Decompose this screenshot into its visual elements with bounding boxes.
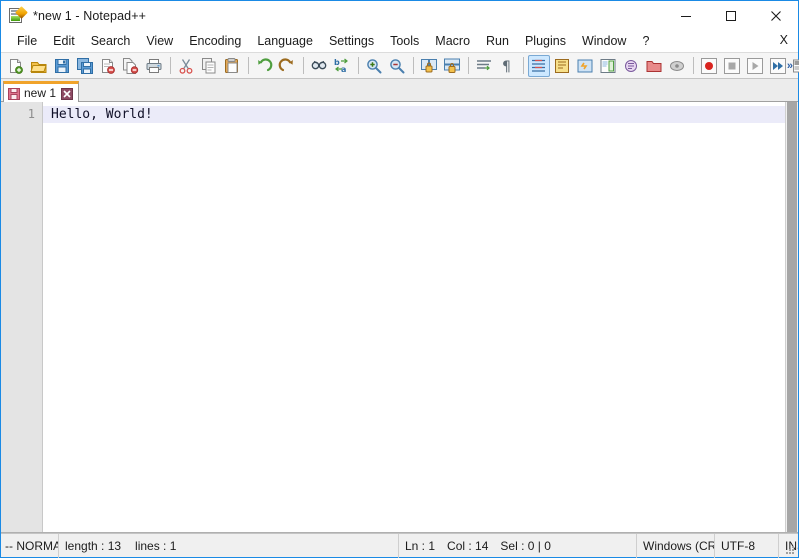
status-encoding[interactable]: UTF-8 — [715, 533, 779, 558]
close-document-button[interactable]: X — [780, 32, 788, 48]
editor-area[interactable]: 1 Hello, World! — [1, 102, 798, 533]
open-file-icon[interactable] — [28, 55, 50, 77]
tab-close-icon[interactable] — [61, 87, 74, 100]
replace-icon[interactable]: b a — [331, 55, 353, 77]
find-icon[interactable] — [308, 55, 330, 77]
status-eol-format[interactable]: Windows (CR LF) — [637, 533, 715, 558]
show-indent-guide-icon[interactable] — [528, 54, 550, 77]
play-macro-icon[interactable] — [744, 55, 766, 77]
doc-switcher-icon[interactable] — [620, 55, 642, 77]
menu-item-search[interactable]: Search — [83, 31, 139, 51]
close-all-icon[interactable] — [120, 55, 142, 77]
menu-item-edit[interactable]: Edit — [45, 31, 83, 51]
document-tab-label: new 1 — [24, 86, 57, 100]
line-number: 1 — [27, 107, 35, 121]
toolbar-separator — [468, 57, 469, 74]
status-caret-line: Ln : 1 — [405, 538, 436, 553]
menu-item-tools[interactable]: Tools — [382, 31, 427, 51]
paste-icon[interactable] — [221, 55, 243, 77]
toolbar-separator — [303, 57, 304, 74]
new-file-icon[interactable] — [5, 55, 27, 77]
undo-icon[interactable] — [253, 55, 275, 77]
toolbar-separator — [170, 57, 171, 74]
minimize-icon[interactable] — [663, 1, 708, 30]
save-icon[interactable] — [51, 55, 73, 77]
cut-icon[interactable] — [175, 55, 197, 77]
toolbar-separator — [413, 57, 414, 74]
save-all-icon[interactable] — [74, 55, 96, 77]
document-map-icon[interactable] — [597, 55, 619, 77]
document-tab-new-1[interactable]: new 1 — [3, 81, 80, 102]
menu-item-language[interactable]: Language — [249, 31, 321, 51]
sync-vertical-icon[interactable] — [418, 55, 440, 77]
play-multiple-icon[interactable] — [767, 55, 789, 77]
monitoring-icon[interactable] — [666, 55, 688, 77]
svg-text:b: b — [334, 58, 340, 67]
scrollbar-thumb[interactable] — [787, 102, 797, 532]
close-file-icon[interactable] — [97, 55, 119, 77]
unsaved-floppy-icon — [8, 87, 20, 100]
menu-item-settings[interactable]: Settings — [321, 31, 382, 51]
toolbar-separator — [523, 57, 524, 74]
status-caret-info: Ln : 1 Col : 14 Sel : 0 | 0 — [399, 533, 637, 558]
zoom-out-icon[interactable] — [386, 55, 408, 77]
toolbar-separator — [358, 57, 359, 74]
show-symbols-icon[interactable]: ¶ — [496, 55, 518, 77]
notepadpp-window: *new 1 - Notepad++ File Edit Search View… — [0, 0, 799, 558]
status-document-info: length : 13 lines : 1 — [59, 533, 399, 558]
vertical-scrollbar[interactable] — [785, 102, 798, 532]
status-caret-col: Col : 14 — [447, 538, 489, 553]
record-macro-icon[interactable] — [698, 55, 720, 77]
menu-item-encoding[interactable]: Encoding — [181, 31, 249, 51]
code-line[interactable]: Hello, World! — [43, 106, 785, 123]
toolbar: b a ¶ » — [1, 52, 799, 79]
notepad-pencil-icon — [9, 5, 28, 24]
redo-icon[interactable] — [276, 55, 298, 77]
svg-text:¶: ¶ — [502, 59, 511, 75]
line-number-gutter: 1 — [1, 102, 43, 532]
copy-icon[interactable] — [198, 55, 220, 77]
menu-bar: File Edit Search View Encoding Language … — [1, 30, 798, 52]
print-icon[interactable] — [143, 55, 165, 77]
menu-item-file[interactable]: File — [9, 31, 45, 51]
close-icon[interactable] — [753, 1, 798, 30]
code-text-area[interactable]: Hello, World! — [43, 102, 785, 532]
menu-item-help[interactable]: ? — [634, 31, 657, 51]
status-selection: Sel : 0 | 0 — [500, 538, 551, 553]
status-bar: -- NORMA length : 13 lines : 1 Ln : 1 Col … — [1, 533, 798, 558]
menu-item-window[interactable]: Window — [574, 31, 634, 51]
tab-bar: new 1 — [1, 79, 798, 102]
word-wrap-icon[interactable] — [473, 55, 495, 77]
menu-item-macro[interactable]: Macro — [427, 31, 478, 51]
maximize-icon[interactable] — [708, 1, 753, 30]
toolbar-overflow-button[interactable]: » — [787, 60, 793, 72]
menu-item-plugins[interactable]: Plugins — [517, 31, 574, 51]
menu-item-run[interactable]: Run — [478, 31, 517, 51]
status-edit-mode: -- NORMA — [1, 533, 59, 558]
window-title: *new 1 - Notepad++ — [33, 8, 146, 23]
title-bar: *new 1 - Notepad++ — [1, 1, 798, 30]
sync-horizontal-icon[interactable] — [441, 55, 463, 77]
toolbar-separator — [248, 57, 249, 74]
resize-grip[interactable] — [784, 543, 796, 555]
function-list-icon[interactable] — [574, 55, 596, 77]
window-controls — [663, 1, 798, 30]
status-length: length : 13 — [65, 538, 122, 553]
folder-workspace-icon[interactable] — [643, 55, 665, 77]
menu-item-view[interactable]: View — [138, 31, 181, 51]
stop-macro-icon[interactable] — [721, 55, 743, 77]
status-lines: lines : 1 — [135, 538, 177, 553]
zoom-in-icon[interactable] — [363, 55, 385, 77]
toolbar-separator — [693, 57, 694, 74]
user-define-dialog-icon[interactable] — [551, 55, 573, 77]
